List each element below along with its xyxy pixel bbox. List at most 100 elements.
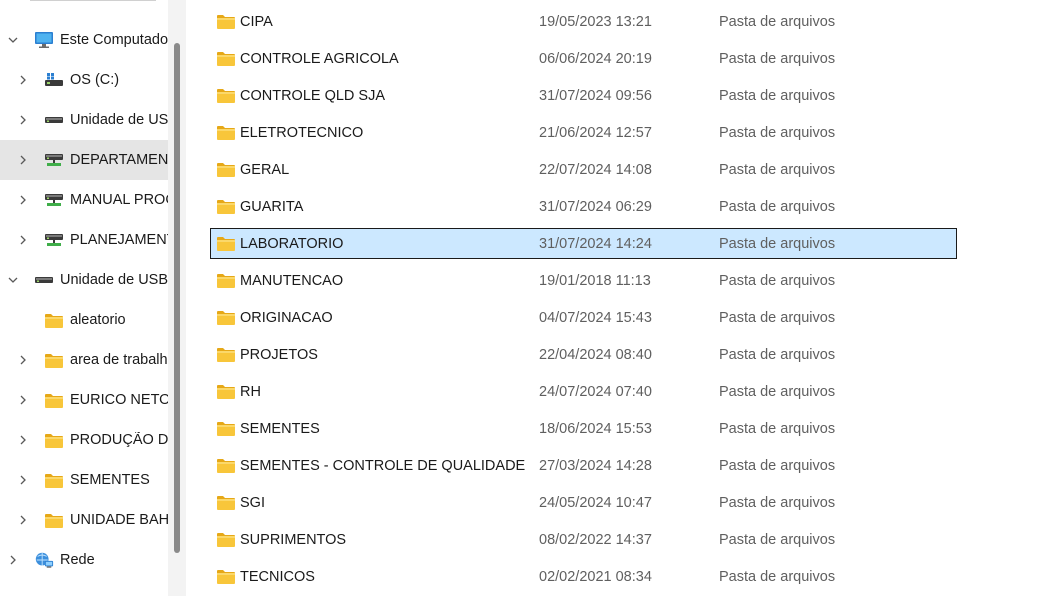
nav-item[interactable]: Unidade de USB — [0, 100, 168, 140]
file-name: SEMENTES — [240, 420, 320, 437]
folder-icon — [216, 457, 236, 474]
folder-icon — [216, 494, 236, 511]
nav-item-label: Rede — [60, 552, 95, 568]
file-name: GUARITA — [240, 198, 304, 215]
nav-item[interactable]: MANUAL PROCEDIMENTOS — [0, 180, 168, 220]
nav-item-label: aleatorio — [70, 312, 126, 328]
folder-icon — [44, 310, 64, 330]
file-type: Pasta de arquivos — [719, 420, 836, 437]
folder-icon — [216, 198, 236, 215]
nav-item[interactable]: PRODUÇÃO DE — [0, 420, 168, 460]
nav-scrollbar-thumb[interactable] — [174, 43, 180, 553]
chevron-right-icon[interactable] — [16, 113, 30, 127]
file-type: Pasta de arquivos — [719, 531, 836, 548]
file-type: Pasta de arquivos — [719, 235, 836, 252]
chevron-right-icon[interactable] — [16, 233, 30, 247]
file-modified-date: 24/05/2024 10:47 — [539, 494, 652, 511]
file-name: LABORATORIO — [240, 235, 344, 252]
file-name: SEMENTES - CONTROLE DE QUALIDADE — [240, 457, 526, 474]
file-name: CONTROLE QLD SJA — [240, 87, 386, 104]
nav-item-label: OS (C:) — [70, 72, 120, 88]
computer-icon — [34, 30, 54, 50]
file-name: SGI — [240, 494, 265, 511]
folder-icon — [216, 272, 236, 289]
nav-item-label: PLANEJAMENTO — [70, 232, 168, 248]
folder-icon — [44, 510, 64, 530]
network-drive-icon — [44, 190, 64, 210]
chevron-right-icon[interactable] — [16, 473, 30, 487]
nav-divider — [30, 0, 156, 1]
file-type: Pasta de arquivos — [719, 50, 836, 67]
chevron-down-icon[interactable] — [6, 33, 20, 47]
file-row[interactable]: GERAL 22/07/2024 14:08 Pasta de arquivos — [210, 154, 957, 185]
file-row[interactable]: CONTROLE QLD SJA 31/07/2024 09:56 Pasta de… — [210, 80, 957, 111]
file-modified-date: 19/01/2018 11:13 — [539, 272, 651, 289]
file-modified-date: 24/07/2024 07:40 — [539, 383, 652, 400]
file-name: ELETROTECNICO — [240, 124, 364, 141]
file-row[interactable]: LABORATORIO 31/07/2024 14:24 Pasta de arqu… — [210, 228, 957, 259]
chevron-right-icon[interactable] — [16, 73, 30, 87]
file-row[interactable]: CIPA 19/05/2023 13:21 Pasta de arquivos — [210, 6, 957, 37]
chevron-right-icon[interactable] — [16, 393, 30, 407]
file-modified-date: 22/04/2024 08:40 — [539, 346, 652, 363]
file-row[interactable]: SEMENTES 18/06/2024 15:53 Pasta de arquivo… — [210, 413, 957, 444]
drive-icon — [34, 270, 54, 290]
file-row[interactable]: CONTROLE AGRICOLA 06/06/2024 20:19 Pasta d… — [210, 43, 957, 74]
nav-item[interactable]: DEPARTAMENTOS — [0, 140, 168, 180]
nav-item-label: area de trabalho — [70, 352, 168, 368]
folder-icon — [216, 309, 236, 326]
nav-item-label: Unidade de USB — [60, 272, 168, 288]
nav-item[interactable]: PLANEJAMENTO — [0, 220, 168, 260]
chevron-right-icon[interactable] — [16, 353, 30, 367]
file-modified-date: 21/06/2024 12:57 — [539, 124, 652, 141]
nav-item[interactable]: aleatorio — [0, 300, 168, 340]
nav-item[interactable]: OS (C:) — [0, 60, 168, 100]
chevron-right-icon[interactable] — [16, 433, 30, 447]
file-row[interactable]: ELETROTECNICO 21/06/2024 12:57 Pasta de ar… — [210, 117, 957, 148]
folder-icon — [216, 568, 236, 585]
folder-icon — [44, 390, 64, 410]
nav-item[interactable]: EURICO NETO — [0, 380, 168, 420]
folder-icon — [44, 350, 64, 370]
chevron-right-icon[interactable] — [16, 193, 30, 207]
nav-item-label: DEPARTAMENTOS — [70, 152, 168, 168]
nav-item[interactable]: SEMENTES — [0, 460, 168, 500]
chevron-right-icon[interactable] — [16, 513, 30, 527]
nav-item[interactable]: Este Computador — [0, 20, 168, 60]
chevron-right-icon[interactable] — [16, 153, 30, 167]
file-name: MANUTENCAO — [240, 272, 344, 289]
file-modified-date: 06/06/2024 20:19 — [539, 50, 652, 67]
file-row[interactable]: GUARITA 31/07/2024 06:29 Pasta de arquivos — [210, 191, 957, 222]
nav-item[interactable]: Unidade de USB — [0, 260, 168, 300]
file-modified-date: 31/07/2024 06:29 — [539, 198, 652, 215]
file-row[interactable]: SGI 24/05/2024 10:47 Pasta de arquivos — [210, 487, 957, 518]
file-row[interactable]: SUPRIMENTOS 08/02/2022 14:37 Pasta de arqu… — [210, 524, 957, 555]
file-type: Pasta de arquivos — [719, 198, 836, 215]
file-type: Pasta de arquivos — [719, 457, 836, 474]
file-row[interactable]: ORIGINACAO 04/07/2024 15:43 Pasta de arqui… — [210, 302, 957, 333]
file-type: Pasta de arquivos — [719, 494, 836, 511]
file-modified-date: 19/05/2023 13:21 — [539, 13, 652, 30]
nav-item[interactable]: area de trabalho — [0, 340, 168, 380]
file-modified-date: 08/02/2022 14:37 — [539, 531, 652, 548]
file-modified-date: 22/07/2024 14:08 — [539, 161, 652, 178]
nav-item[interactable]: Rede — [0, 540, 168, 580]
file-row[interactable]: RH 24/07/2024 07:40 Pasta de arquivos — [210, 376, 957, 407]
chevron-down-icon[interactable] — [6, 273, 20, 287]
drive-icon — [44, 110, 64, 130]
file-row[interactable]: TECNICOS 02/02/2021 08:34 Pasta de arquivo… — [210, 561, 957, 592]
file-modified-date: 27/03/2024 14:28 — [539, 457, 652, 474]
file-row[interactable]: SEMENTES - CONTROLE DE QUALIDADE 27/03/20… — [210, 450, 957, 481]
folder-icon — [216, 124, 236, 141]
file-row[interactable]: PROJETOS 22/04/2024 08:40 Pasta de arquivo… — [210, 339, 957, 370]
file-type: Pasta de arquivos — [719, 87, 836, 104]
chevron-right-icon[interactable] — [6, 553, 20, 567]
folder-icon — [216, 420, 236, 437]
folder-icon — [216, 531, 236, 548]
folder-icon — [216, 87, 236, 104]
folder-icon — [216, 383, 236, 400]
file-row[interactable]: MANUTENCAO 19/01/2018 11:13 Pasta de arqui… — [210, 265, 957, 296]
file-modified-date: 02/02/2021 08:34 — [539, 568, 652, 585]
nav-item[interactable]: UNIDADE BAHIA — [0, 500, 168, 540]
file-name: TECNICOS — [240, 568, 315, 585]
